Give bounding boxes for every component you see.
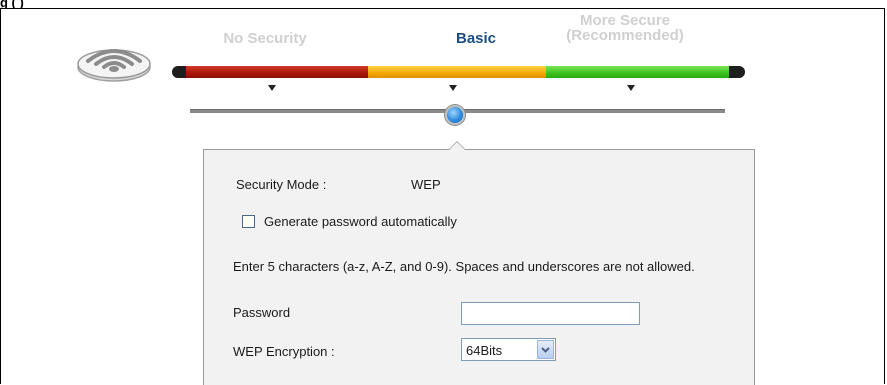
wep-encryption-label: WEP Encryption :	[233, 344, 335, 359]
password-instructions: Enter 5 characters (a-z, A-Z, and 0-9). …	[233, 259, 695, 274]
level-more-secure-line1: More Secure	[579, 12, 671, 29]
password-label: Password	[233, 305, 291, 320]
bar-segment-more-secure	[546, 66, 729, 78]
level-more-secure-line2: (Recommended)	[566, 27, 684, 44]
bar-cap-left	[172, 66, 186, 78]
bar-cap-right	[729, 66, 745, 78]
level-no-security[interactable]: No Security	[190, 30, 340, 47]
tick-marker-no-security	[268, 85, 276, 91]
security-slider-knob[interactable]	[445, 105, 465, 125]
bar-segment-no-security	[186, 66, 368, 78]
tick-marker-more-secure	[627, 85, 635, 91]
bar-segment-basic	[368, 66, 546, 78]
generate-password-label[interactable]: Generate password automatically	[264, 214, 457, 229]
wep-encryption-select[interactable]: 64Bits	[461, 338, 556, 361]
panel-pointer-inner	[449, 142, 465, 150]
chevron-down-icon	[541, 346, 550, 353]
level-basic[interactable]: Basic	[426, 30, 526, 47]
security-mode-value: WEP	[411, 177, 441, 192]
tick-marker-basic	[449, 85, 457, 91]
wep-encryption-value: 64Bits	[466, 343, 503, 358]
security-strength-bar	[172, 66, 745, 78]
generate-password-checkbox[interactable]	[242, 215, 255, 228]
wifi-router-icon	[77, 49, 151, 82]
wep-encryption-dropdown-button[interactable]	[537, 340, 554, 359]
security-mode-label: Security Mode :	[236, 177, 327, 192]
password-input[interactable]	[461, 302, 640, 325]
level-more-secure[interactable]: More Secure (Recommended)	[545, 13, 705, 43]
